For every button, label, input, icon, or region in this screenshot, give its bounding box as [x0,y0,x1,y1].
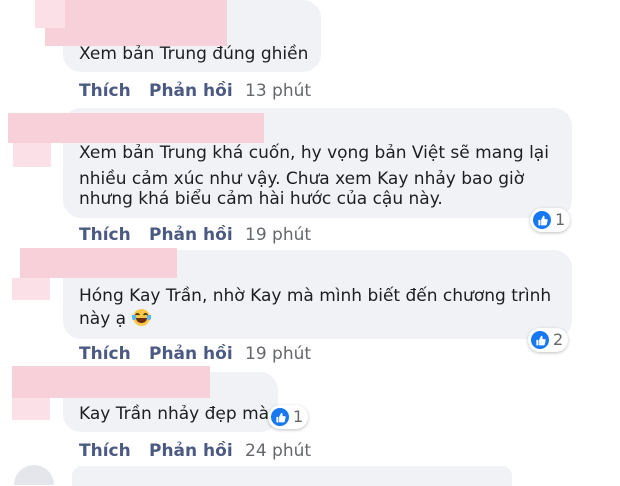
like-icon [271,408,289,426]
like-button[interactable]: Thích [79,344,131,364]
comment-text: Kay Trần nhảy đẹp mà [79,404,270,424]
comment-timestamp[interactable]: 19 phút [245,344,311,364]
comment-timestamp[interactable]: 24 phút [245,441,311,461]
like-button[interactable]: Thích [79,225,131,245]
comment-text: Xem bản Trung đúng ghiền [79,44,309,64]
laughing-tears-emoji [132,309,152,326]
reaction-count[interactable]: 1 [268,405,309,429]
reaction-count-number: 1 [293,407,304,426]
reaction-count-number: 1 [555,210,566,229]
redacted-author-name [13,143,51,167]
reaction-count[interactable]: 1 [530,208,571,232]
comment-timestamp[interactable]: 13 phút [245,81,311,101]
reply-button[interactable]: Phản hồi [149,344,233,364]
comment-bubble [72,466,512,486]
reaction-count[interactable]: 2 [528,328,569,352]
like-button[interactable]: Thích [79,441,131,461]
comment-text-line: này ạ [79,306,152,332]
like-button[interactable]: Thích [79,81,131,101]
redacted-author-name [45,0,227,46]
redacted-author-name [12,398,50,420]
redacted-author-name [12,366,210,398]
comment-text: này ạ [79,309,127,329]
reply-button[interactable]: Phản hồi [149,225,233,245]
redacted-author-name [12,278,50,300]
redacted-author-name [8,113,264,143]
reaction-count-number: 2 [553,330,564,349]
like-icon [531,331,549,349]
redacted-author-name [35,0,65,28]
like-icon [533,211,551,229]
comment-timestamp[interactable]: 19 phút [245,225,311,245]
reply-button[interactable]: Phản hồi [149,81,233,101]
reply-button[interactable]: Phản hồi [149,441,233,461]
redacted-author-name [20,248,177,278]
comment-text: Xem bản Trung khá cuốn, hy vọng bản Việt… [79,143,549,163]
avatar [14,465,54,485]
comment-text: nhưng khá biểu cảm hài hước của cậu này. [79,189,443,209]
